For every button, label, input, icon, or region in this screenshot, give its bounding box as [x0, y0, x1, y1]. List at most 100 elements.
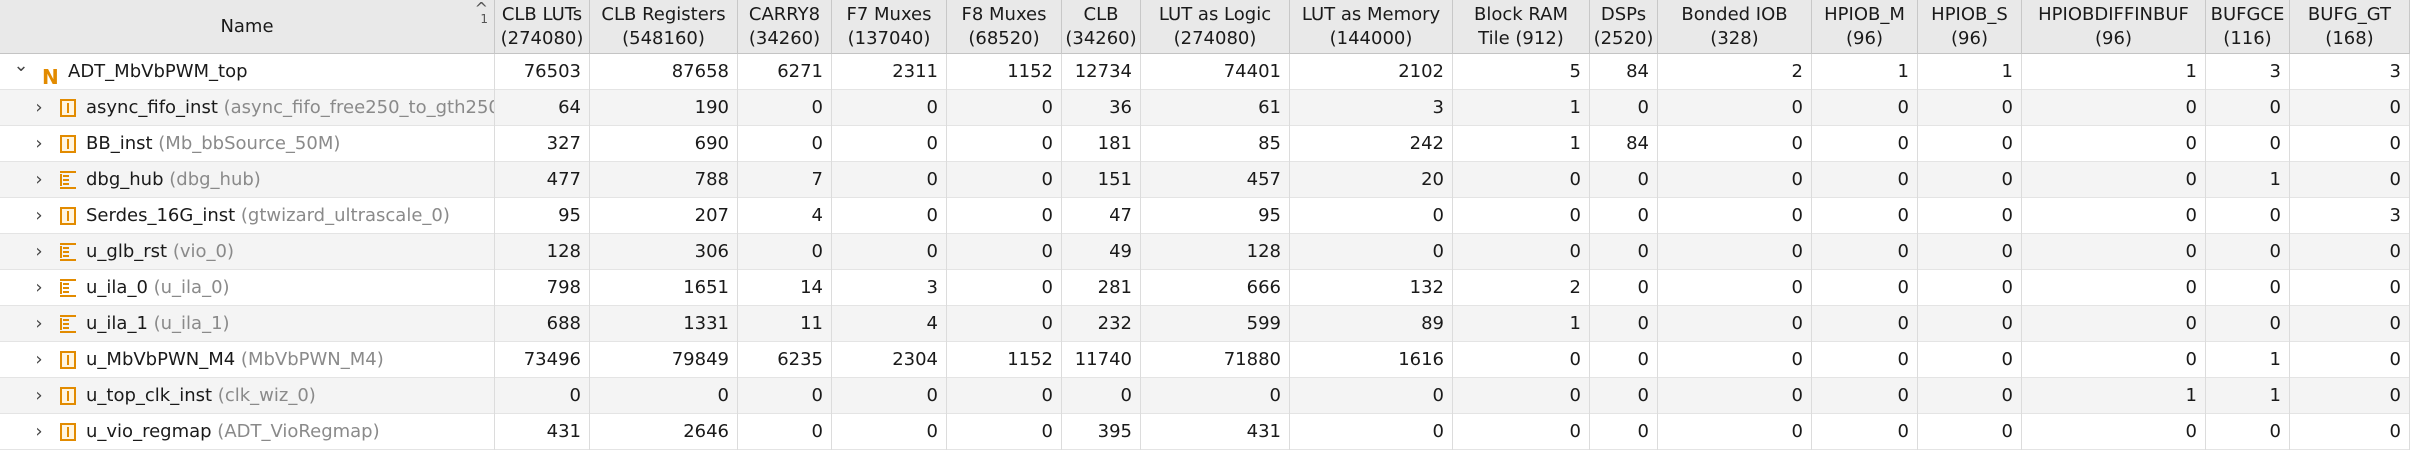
- name-cell[interactable]: › BB_inst (Mb_bbSource_50M): [0, 126, 495, 162]
- value-cell-bufg_gt: 3: [2290, 198, 2410, 234]
- value-cell-bram: 5: [1453, 54, 1590, 90]
- value-cell-lut_mem: 20: [1290, 162, 1453, 198]
- expand-chevron-icon[interactable]: ›: [30, 414, 48, 450]
- expand-chevron-icon[interactable]: ›: [30, 378, 48, 414]
- expand-chevron-icon[interactable]: ›: [30, 306, 48, 342]
- column-header-clb_regs[interactable]: CLB Registers (548160): [590, 0, 738, 54]
- expand-chevron-icon[interactable]: ›: [30, 162, 48, 198]
- value-cell-bufgce: 1: [2206, 378, 2290, 414]
- value-cell-dsps: 0: [1590, 162, 1658, 198]
- table-row[interactable]: › u_MbVbPWN_M4 (MbVbPWN_M4) 73496 79849 6235…: [0, 342, 2410, 378]
- expand-chevron-icon[interactable]: ›: [30, 126, 48, 162]
- value-cell-dsps: 0: [1590, 234, 1658, 270]
- name-cell[interactable]: › u_glb_rst (vio_0): [0, 234, 495, 270]
- instance-name: u_ila_1 (u_ila_1): [86, 306, 230, 342]
- column-header-bufgce[interactable]: BUFGCE (116): [2206, 0, 2290, 54]
- expand-chevron-icon[interactable]: ›: [30, 270, 48, 306]
- instance-label: u_MbVbPWN_M4: [86, 349, 236, 370]
- sort-indicator-icon[interactable]: ^ 1: [475, 1, 488, 27]
- value-cell-clb_luts: 64: [495, 90, 590, 126]
- value-cell-hpiobdiff: 0: [2022, 162, 2206, 198]
- table-row[interactable]: › u_vio_regmap (ADT_VioRegmap) 431 2646 0 0 0 3…: [0, 414, 2410, 450]
- name-cell[interactable]: › u_top_clk_inst (clk_wiz_0): [0, 378, 495, 414]
- table-row[interactable]: › BB_inst (Mb_bbSource_50M) 327 690 0 0 0 181 85…: [0, 126, 2410, 162]
- value-cell-hpiob_m: 0: [1812, 342, 1918, 378]
- value-cell-carry8: 0: [738, 414, 832, 450]
- value-cell-lut_logic: 666: [1141, 270, 1290, 306]
- value-cell-iob: 2: [1658, 54, 1812, 90]
- value-cell-hpiob_m: 0: [1812, 378, 1918, 414]
- column-capacity: (168): [2325, 27, 2374, 49]
- value-cell-lut_mem: 89: [1290, 306, 1453, 342]
- column-header-clb_luts[interactable]: CLB LUTs (274080): [495, 0, 590, 54]
- column-header-bufg_gt[interactable]: BUFG_GT (168): [2290, 0, 2410, 54]
- value-cell-lut_mem: 242: [1290, 126, 1453, 162]
- column-header-bram[interactable]: Block RAM Tile (912): [1453, 0, 1590, 54]
- column-header-f7[interactable]: F7 Muxes (137040): [832, 0, 947, 54]
- name-cell[interactable]: › dbg_hub (dbg_hub): [0, 162, 495, 198]
- value-cell-clb: 47: [1062, 198, 1141, 234]
- column-header-hpiob_s[interactable]: HPIOB_S (96): [1918, 0, 2022, 54]
- table-row[interactable]: › async_fifo_inst (async_fifo_free250_to_…: [0, 90, 2410, 126]
- instance-name: u_glb_rst (vio_0): [86, 234, 234, 270]
- table-row[interactable]: › u_top_clk_inst (clk_wiz_0) 0 0 0 0 0 0 0 0 0 0 0 0 0…: [0, 378, 2410, 414]
- column-header-lut_mem[interactable]: LUT as Memory (144000): [1290, 0, 1453, 54]
- value-cell-hpiob_s: 0: [1918, 414, 2022, 450]
- expand-chevron-icon[interactable]: ›: [30, 90, 48, 126]
- table-row[interactable]: › Serdes_16G_inst (gtwizard_ultrascale_0)…: [0, 198, 2410, 234]
- column-header-iob[interactable]: Bonded IOB (328): [1658, 0, 1812, 54]
- expand-chevron-icon[interactable]: ›: [30, 342, 48, 378]
- value-cell-lut_logic: 128: [1141, 234, 1290, 270]
- collapse-chevron-icon[interactable]: ⌄: [12, 54, 30, 84]
- value-cell-f8: 0: [947, 414, 1062, 450]
- value-cell-hpiobdiff: 0: [2022, 306, 2206, 342]
- name-cell[interactable]: › u_ila_0 (u_ila_0): [0, 270, 495, 306]
- table-row[interactable]: ⌄ N ADT_MbVbPWM_top 76503 87658 6271 2311 1152 1…: [0, 54, 2410, 90]
- value-cell-hpiob_m: 0: [1812, 198, 1918, 234]
- table-row[interactable]: › u_ila_1 (u_ila_1) 688 1331 11 4 0 232 599 89 1 0 0…: [0, 306, 2410, 342]
- column-header-name[interactable]: Name ^ 1: [0, 0, 495, 54]
- table-row[interactable]: › dbg_hub (dbg_hub) 477 788 7 0 0 151 457 20 0 0 0 0 0…: [0, 162, 2410, 198]
- column-title: Block RAM: [1473, 3, 1569, 25]
- value-cell-f8: 0: [947, 162, 1062, 198]
- column-header-lut_logic[interactable]: LUT as Logic (274080): [1141, 0, 1290, 54]
- table-row[interactable]: › u_glb_rst (vio_0) 128 306 0 0 0 49 128 0 0 0 0 0 0 0 0…: [0, 234, 2410, 270]
- expand-chevron-icon[interactable]: ›: [30, 234, 48, 270]
- instance-name: u_top_clk_inst (clk_wiz_0): [86, 378, 316, 414]
- column-header-clb[interactable]: CLB (34260): [1062, 0, 1141, 54]
- value-cell-carry8: 0: [738, 90, 832, 126]
- column-header-carry8[interactable]: CARRY8 (34260): [738, 0, 832, 54]
- value-cell-lut_logic: 599: [1141, 306, 1290, 342]
- value-cell-f8: 0: [947, 270, 1062, 306]
- value-cell-clb: 12734: [1062, 54, 1141, 90]
- name-cell[interactable]: › u_vio_regmap (ADT_VioRegmap): [0, 414, 495, 450]
- value-cell-clb_luts: 327: [495, 126, 590, 162]
- value-cell-iob: 0: [1658, 414, 1812, 450]
- table-row[interactable]: › u_ila_0 (u_ila_0) 798 1651 14 3 0 281 666 132 2 0…: [0, 270, 2410, 306]
- column-title: F8 Muxes: [961, 3, 1047, 25]
- value-cell-hpiobdiff: 0: [2022, 90, 2206, 126]
- name-cell[interactable]: › async_fifo_inst (async_fifo_free250_to_…: [0, 90, 495, 126]
- name-cell[interactable]: ⌄ N ADT_MbVbPWM_top: [0, 54, 495, 90]
- ip-core-icon: [60, 279, 76, 297]
- name-cell[interactable]: › u_ila_1 (u_ila_1): [0, 306, 495, 342]
- value-cell-clb_regs: 1651: [590, 270, 738, 306]
- value-cell-clb: 49: [1062, 234, 1141, 270]
- column-header-f8[interactable]: F8 Muxes (68520): [947, 0, 1062, 54]
- column-header-dsps[interactable]: DSPs (2520): [1590, 0, 1658, 54]
- column-title: CLB LUTs: [501, 3, 583, 25]
- column-capacity: (137040): [847, 27, 931, 49]
- value-cell-iob: 0: [1658, 378, 1812, 414]
- value-cell-iob: 0: [1658, 234, 1812, 270]
- name-cell[interactable]: › Serdes_16G_inst (gtwizard_ultrascale_0): [0, 198, 495, 234]
- value-cell-f8: 0: [947, 306, 1062, 342]
- name-cell[interactable]: › u_MbVbPWN_M4 (MbVbPWN_M4): [0, 342, 495, 378]
- value-cell-bram: 0: [1453, 414, 1590, 450]
- value-cell-hpiobdiff: 1: [2022, 54, 2206, 90]
- column-title: CLB: [1083, 3, 1119, 25]
- column-header-hpiobdiff[interactable]: HPIOBDIFFINBUF (96): [2022, 0, 2206, 54]
- value-cell-hpiob_s: 0: [1918, 270, 2022, 306]
- instance-name: BB_inst (Mb_bbSource_50M): [86, 126, 340, 162]
- column-header-hpiob_m[interactable]: HPIOB_M (96): [1812, 0, 1918, 54]
- expand-chevron-icon[interactable]: ›: [30, 198, 48, 234]
